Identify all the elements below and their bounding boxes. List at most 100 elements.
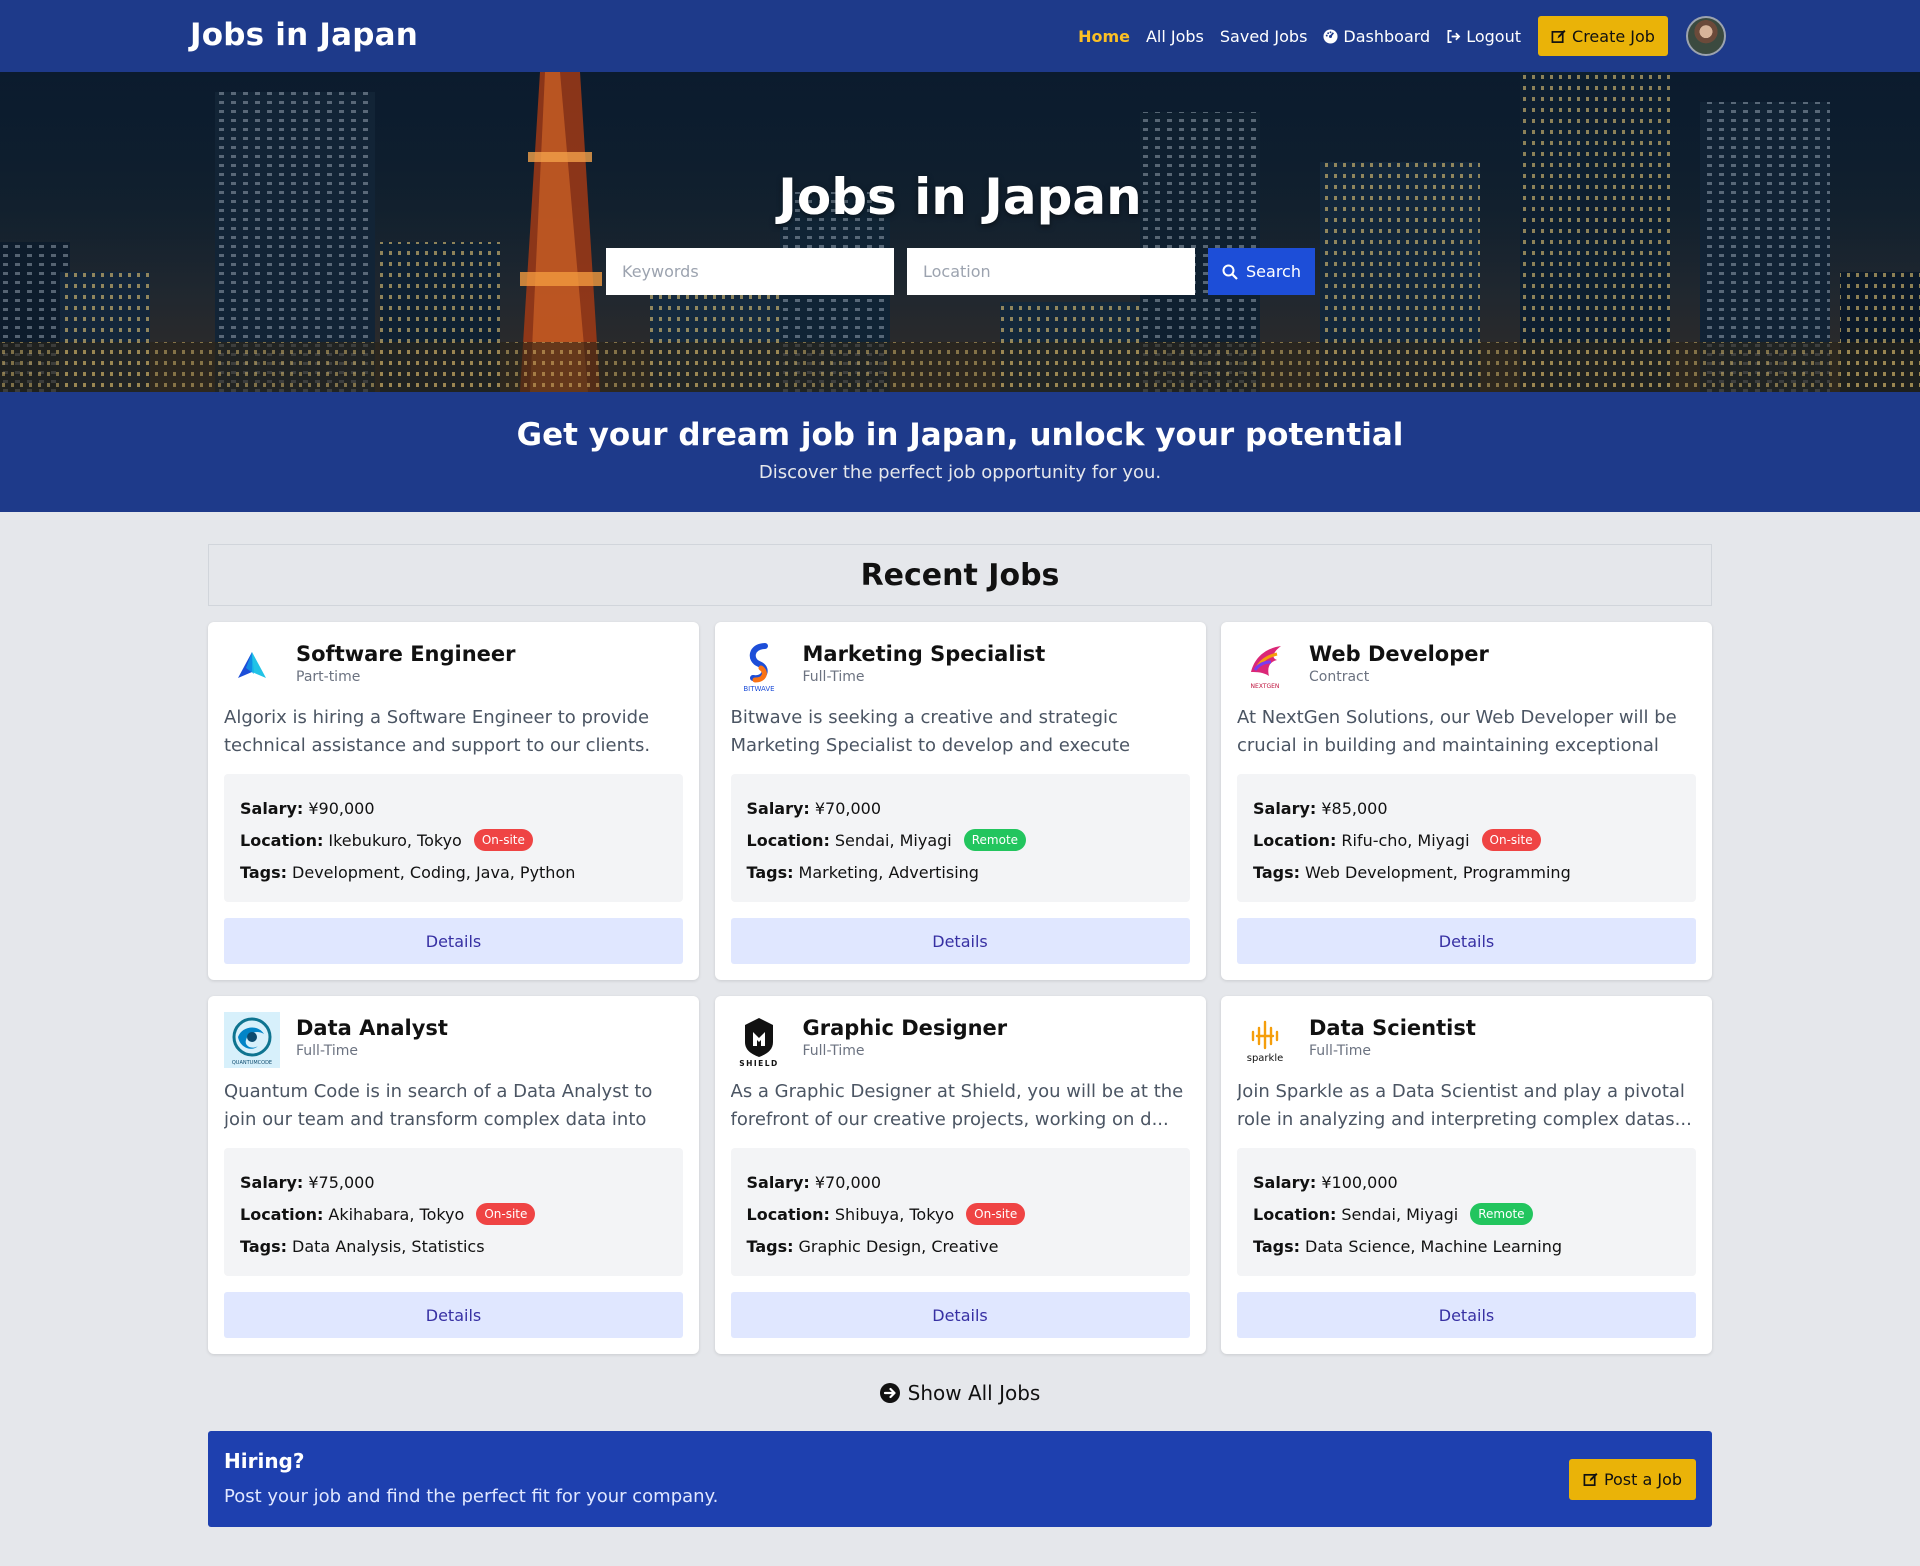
hero-title: Jobs in Japan [778,168,1142,226]
location-value: Ikebukuro, Tokyo [328,830,462,850]
job-title[interactable]: Marketing Specialist [803,642,1046,666]
shield-logo-icon: SHIELD [731,1012,787,1068]
job-type: Full-Time [1309,1043,1371,1059]
location-label: Location: [240,1204,324,1224]
tags-label: Tags: [746,1236,794,1256]
location-label: Location: [746,1204,830,1224]
nextgen-logo-icon: NEXTGEN [1237,638,1293,694]
details-button[interactable]: Details [224,1292,683,1338]
main-content: Recent Jobs Software Engineer Part-time … [208,544,1712,1527]
nextgen-logo-text: NEXTGEN [1251,683,1280,690]
salary-label: Salary: [1253,798,1317,818]
details-button[interactable]: Details [1237,1292,1696,1338]
location-label: Location: [1253,1204,1337,1224]
tags-value: Development, Coding, Java, Python [292,862,576,882]
job-info-box: Salary: ¥70,000 Location: Shibuya, Tokyo On… [730,1148,1190,1276]
details-button[interactable]: Details [224,918,683,964]
job-title[interactable]: Graphic Designer [803,1016,1008,1040]
location-value: Rifu-cho, Miyagi [1341,830,1470,850]
show-all-label: Show All Jobs [907,1381,1041,1405]
job-type: Full-Time [296,1043,358,1059]
recent-jobs-heading: Recent Jobs [208,544,1712,606]
edit-icon [1583,1472,1598,1486]
nav-dashboard[interactable]: Dashboard [1323,27,1430,46]
logout-icon [1447,29,1461,43]
shield-logo-text: SHIELD [739,1059,779,1068]
hiring-subtitle: Post your job and find the perfect fit f… [224,1486,719,1507]
tags-value: Data Analysis, Statistics [292,1236,485,1256]
location-value: Sendai, Miyagi [834,830,952,850]
details-button[interactable]: Details [1237,918,1696,964]
sparkle-logo-icon: sparkle [1237,1012,1293,1068]
sparkle-logo-text: sparkle [1247,1053,1284,1064]
salary-label: Salary: [746,798,810,818]
user-avatar[interactable] [1686,16,1726,56]
job-card: QUANTUMCODE Data Analyst Full-Time Quant… [208,996,699,1354]
job-card: Software Engineer Part-time Algorix is h… [208,622,699,980]
nav-logout[interactable]: Logout [1446,27,1521,46]
job-description: Algorix is hiring a Software Engineer to… [224,707,651,756]
job-info-box: Salary: ¥100,000 Location: Sendai, Miyagi R… [1237,1148,1696,1276]
nav-home[interactable]: Home [1078,27,1130,46]
search-icon [1222,264,1238,280]
salary-value: ¥70,000 [814,1172,881,1192]
post-job-button[interactable]: Post a Job [1569,1459,1696,1500]
job-card: BITWAVE Marketing Specialist Full-Time B… [714,622,1206,980]
job-title[interactable]: Data Scientist [1309,1016,1476,1040]
salary-value: ¥70,000 [814,798,881,818]
job-type: Full-Time [802,669,865,685]
job-info-box: Salary: ¥85,000 Location: Rifu-cho, Miyagi… [1237,774,1696,902]
edit-icon [1551,29,1566,43]
onsite-badge: On-site [1481,829,1541,851]
job-card: sparkle Data Scientist Full-Time Join Sp… [1221,996,1712,1354]
bitwave-logo-text: BITWAVE [743,685,774,693]
quantumcode-logo-text: QUANTUMCODE [232,1060,272,1066]
job-description: At NextGen Solutions, our Web Developer … [1237,707,1677,756]
location-label: Location: [746,830,830,850]
keywords-input[interactable] [606,248,894,295]
salary-value: ¥90,000 [308,798,375,818]
tags-value: Graphic Design, Creative [798,1236,999,1256]
search-button[interactable]: Search [1208,248,1315,295]
navbar: Jobs in Japan Home All Jobs Saved Jobs D… [0,0,1920,72]
job-card: NEXTGEN Web Developer Contract At NextGe… [1221,622,1712,980]
tags-label: Tags: [1253,862,1301,882]
nav-links: Home All Jobs Saved Jobs Dashboard Logou… [1062,0,1726,72]
salary-value: ¥100,000 [1321,1172,1398,1192]
brand-logo[interactable]: Jobs in Japan [190,17,418,53]
details-button[interactable]: Details [730,1292,1190,1338]
job-card-grid: Software Engineer Part-time Algorix is h… [208,622,1712,1354]
location-label: Location: [240,830,324,850]
salary-label: Salary: [240,1172,304,1192]
job-title[interactable]: Web Developer [1309,642,1489,666]
job-title[interactable]: Data Analyst [296,1016,448,1040]
job-description: As a Graphic Designer at Shield, you wil… [730,1081,1184,1130]
tags-label: Tags: [240,1236,288,1256]
job-description: Quantum Code is in search of a Data Anal… [224,1081,653,1130]
tagline-banner: Get your dream job in Japan, unlock your… [0,392,1920,512]
salary-label: Salary: [1253,1172,1317,1192]
tags-label: Tags: [746,862,794,882]
tags-label: Tags: [1253,1236,1301,1256]
nav-saved-jobs[interactable]: Saved Jobs [1220,27,1308,46]
create-job-button[interactable]: Create Job [1538,16,1668,56]
nav-all-jobs[interactable]: All Jobs [1146,27,1204,46]
details-button[interactable]: Details [730,918,1190,964]
nav-logout-label: Logout [1466,26,1521,46]
show-all-jobs-link[interactable]: Show All Jobs [208,1378,1712,1408]
create-job-label: Create Job [1572,26,1655,46]
onsite-badge: On-site [473,829,533,851]
location-value: Sendai, Miyagi [1341,1204,1459,1224]
job-title[interactable]: Software Engineer [296,642,516,666]
location-input[interactable] [907,248,1195,295]
salary-label: Salary: [746,1172,810,1192]
tags-label: Tags: [240,862,288,882]
quantumcode-logo-icon: QUANTUMCODE [224,1012,280,1068]
hiring-title: Hiring? [224,1449,305,1473]
tags-value: Web Development, Programming [1305,862,1571,882]
banner-subtitle: Discover the perfect job opportunity for… [758,462,1162,483]
location-value: Shibuya, Tokyo [834,1204,955,1224]
gauge-icon [1323,28,1338,44]
nav-dashboard-label: Dashboard [1343,26,1431,46]
job-info-box: Salary: ¥70,000 Location: Sendai, Miyagi Re… [730,774,1190,902]
